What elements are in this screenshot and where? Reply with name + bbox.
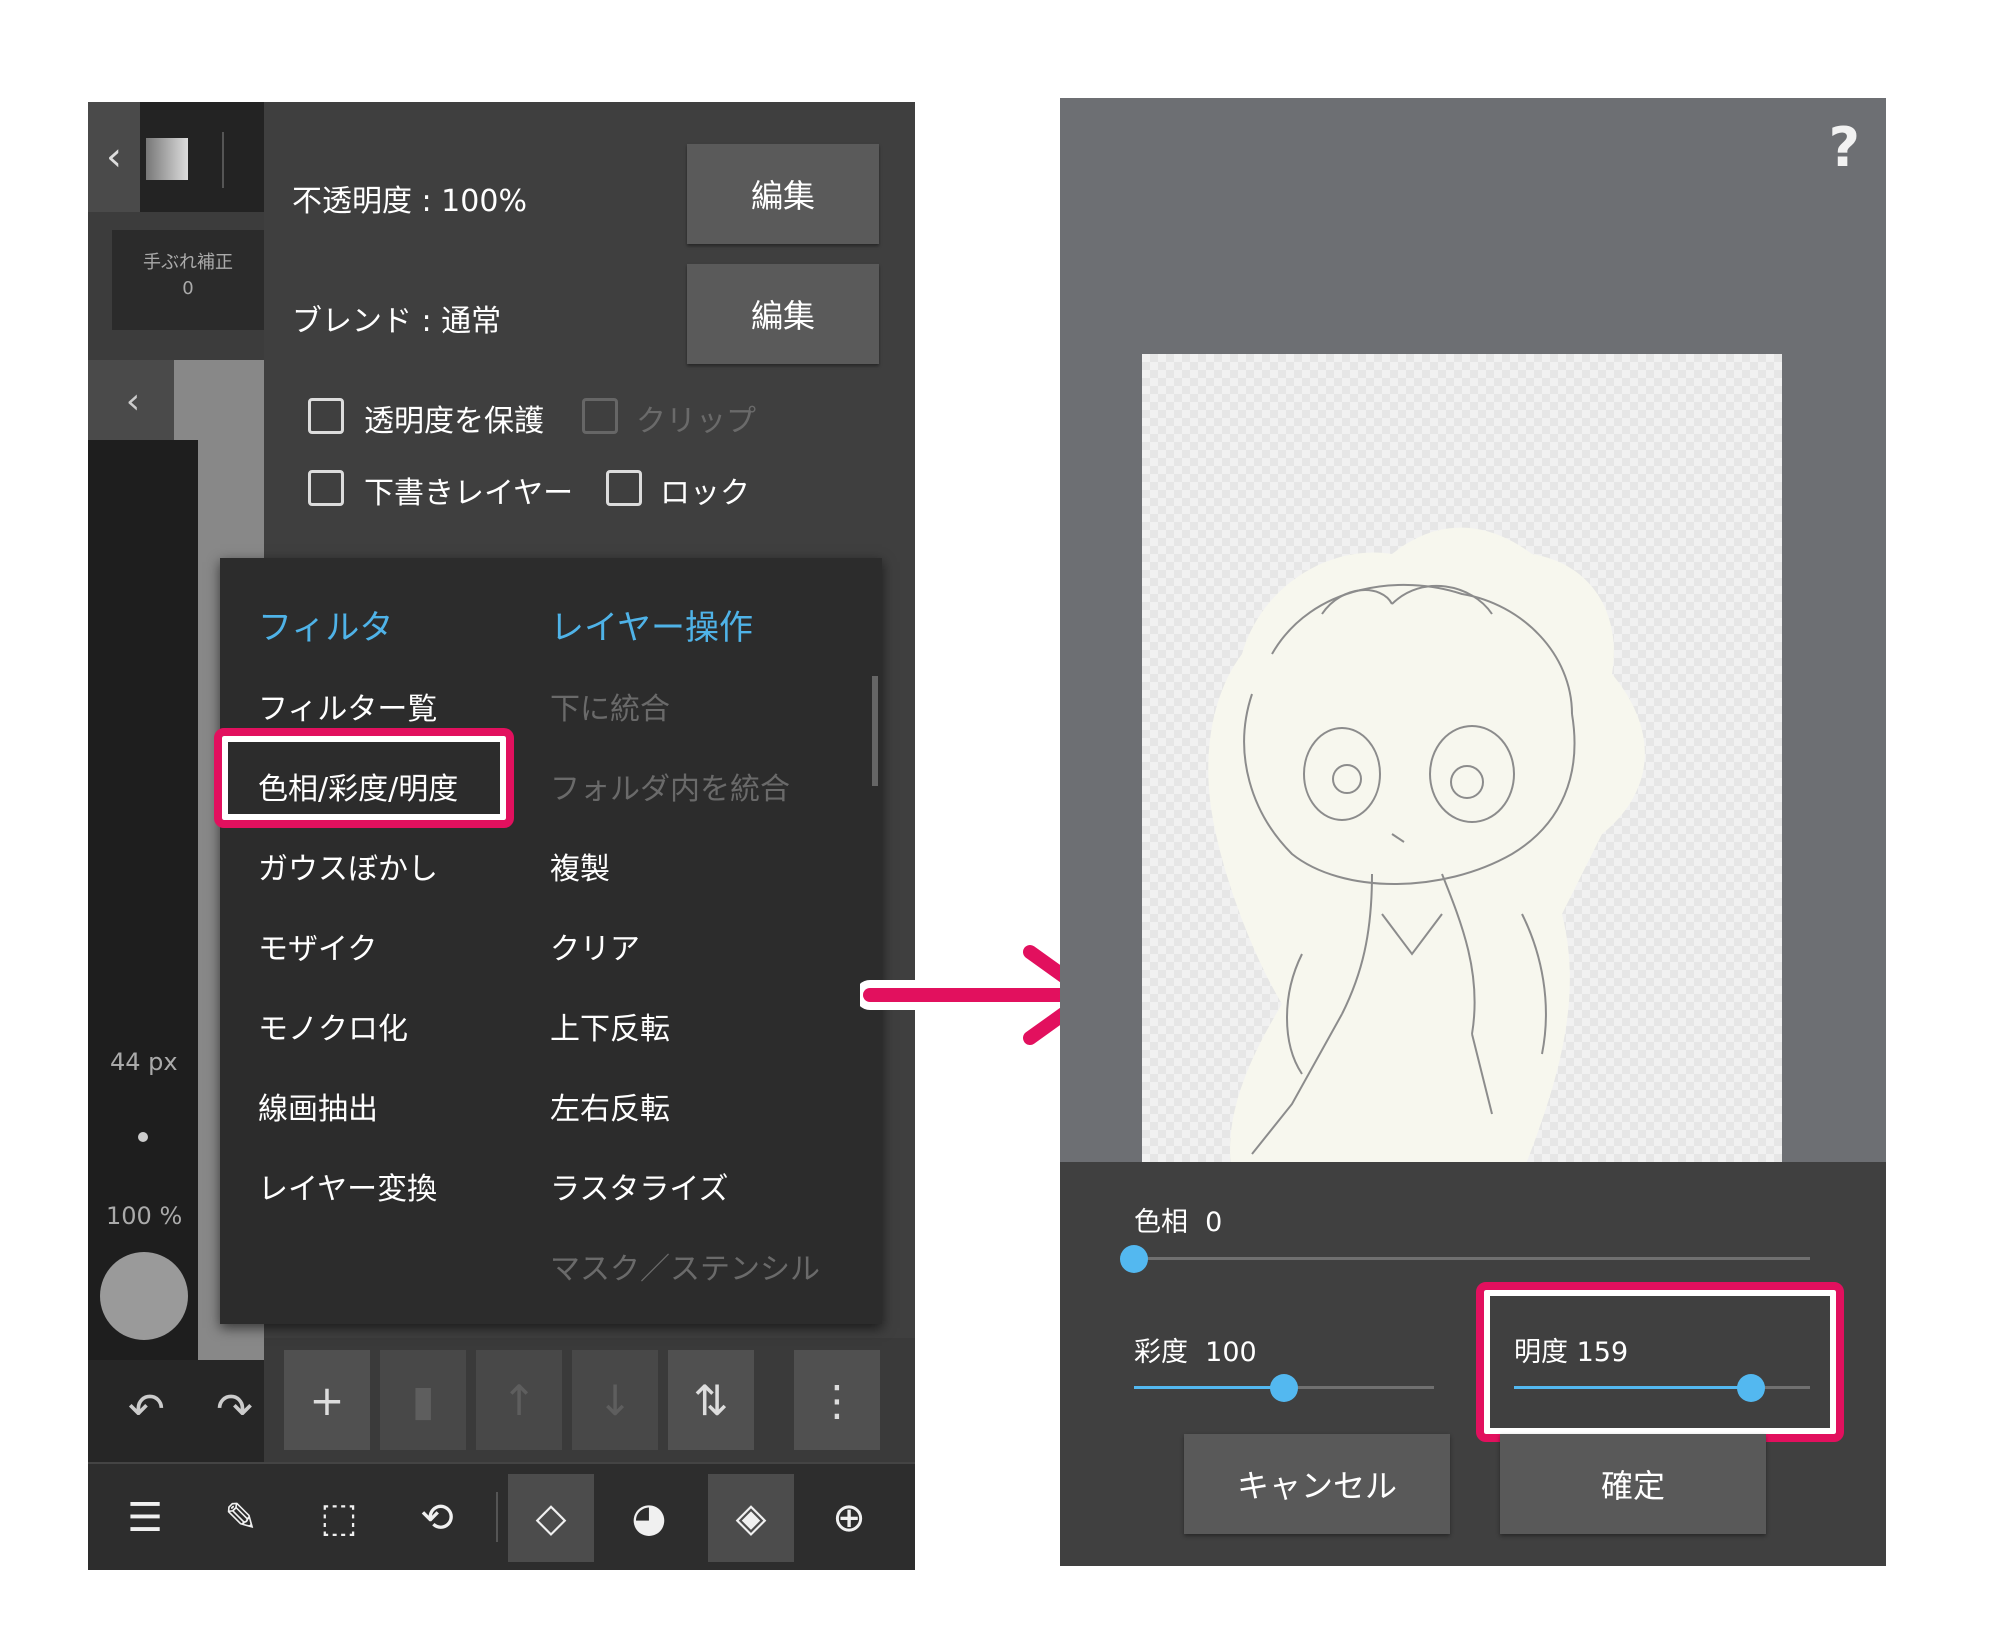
clip-checkbox <box>582 398 618 434</box>
hue-value: 0 <box>1205 1207 1223 1238</box>
saturation-slider-fill <box>1134 1386 1284 1389</box>
filter-preview <box>1142 354 1782 1174</box>
menu-merge-down: 下に統合 <box>550 692 670 727</box>
brush-size-label: 44 px <box>110 1048 178 1076</box>
layers-icon[interactable]: ◈ <box>708 1474 794 1562</box>
toolbar-separator <box>496 1492 498 1542</box>
draft-layer-label: 下書きレイヤー <box>364 476 574 511</box>
protect-alpha-label: 透明度を保護 <box>364 404 544 439</box>
menu-filter-list[interactable]: フィルター覧 <box>258 684 437 728</box>
edit-icon[interactable]: ✎ <box>198 1474 284 1562</box>
saturation-slider-knob[interactable] <box>1270 1374 1298 1402</box>
menu-flip-vertical[interactable]: 上下反転 <box>550 1004 670 1048</box>
menu-clear[interactable]: クリア <box>550 924 640 968</box>
layer-settings-screen: ‹ 手ぶれ補正 0 ‹ 44 px 100 % ↶ ↷ 不透明度 : 100% … <box>88 102 915 1570</box>
back-chevron-icon[interactable]: ‹ <box>88 102 140 212</box>
move-down-button: ↓ <box>572 1350 658 1450</box>
menu-mosaic[interactable]: モザイク <box>258 924 377 968</box>
hue-slider-track[interactable] <box>1134 1257 1810 1260</box>
eraser-icon[interactable]: ◇ <box>508 1474 594 1562</box>
undo-icon[interactable]: ↶ <box>128 1384 165 1435</box>
menu-flip-horizontal[interactable]: 左右反転 <box>550 1084 670 1128</box>
saturation-label: 彩度 100 <box>1134 1330 1257 1369</box>
character-sketch <box>1208 527 1645 1174</box>
menu-scrollbar[interactable] <box>872 676 878 786</box>
blend-edit-button[interactable]: 編集 <box>687 264 879 364</box>
menu-layer-convert[interactable]: レイヤー変換 <box>258 1164 437 1208</box>
confirm-button[interactable]: 確定 <box>1500 1434 1766 1534</box>
menu-line-extract[interactable]: 線画抽出 <box>258 1084 378 1128</box>
hue-slider-knob[interactable] <box>1120 1245 1148 1273</box>
toolbar-divider <box>222 132 224 188</box>
saturation-value: 100 <box>1205 1337 1257 1368</box>
highlight-hue-saturation <box>214 728 514 828</box>
clip-label: クリップ <box>636 404 756 439</box>
menu-icon[interactable]: ☰ <box>102 1474 188 1562</box>
menu-mask-stencil: マスク／ステンシル <box>550 1252 820 1287</box>
color-swatch[interactable] <box>146 138 188 180</box>
opacity-label: 不透明度 : 100% <box>292 184 527 219</box>
blend-label: ブレンド : 通常 <box>292 304 502 339</box>
selection-icon[interactable]: ⬚ <box>296 1474 382 1562</box>
palette-icon[interactable]: ◕ <box>606 1474 692 1562</box>
brush-opacity-label: 100 % <box>106 1202 183 1230</box>
brush-opacity-knob[interactable] <box>100 1252 188 1340</box>
hue-label: 色相 0 <box>1134 1200 1222 1239</box>
collapse-chevron-icon[interactable]: ‹ <box>88 360 178 442</box>
menu-rasterize[interactable]: ラスタライズ <box>550 1164 729 1208</box>
cancel-button[interactable]: キャンセル <box>1184 1434 1450 1534</box>
opacity-edit-button[interactable]: 編集 <box>687 144 879 244</box>
menu-gaussian-blur[interactable]: ガウスぼかし <box>258 844 438 888</box>
menu-duplicate[interactable]: 複製 <box>550 844 610 888</box>
stabilizer-label: 手ぶれ補正 <box>143 252 233 273</box>
add-layer-button[interactable]: + <box>284 1350 370 1450</box>
filter-header: フィルタ <box>258 608 394 648</box>
lock-checkbox[interactable] <box>606 470 642 506</box>
draft-layer-checkbox[interactable] <box>308 470 344 506</box>
layer-toolbar: + ▮ ↑ ↓ ⇅ ⋮ <box>264 1338 915 1468</box>
redo-icon[interactable]: ↷ <box>216 1384 253 1435</box>
hsb-filter-screen: ? 色相 0 彩度 100 明度 159 キャンセル 確定 <box>1060 98 1886 1566</box>
lock-label: ロック <box>660 476 750 511</box>
delete-layer-button: ▮ <box>380 1350 466 1450</box>
layer-ops-header: レイヤー操作 <box>550 608 753 648</box>
rotate-canvas-icon[interactable]: ⟲ <box>394 1474 480 1562</box>
menu-merge-folder: フォルダ内を統合 <box>550 772 790 807</box>
brush-size-dot-icon <box>138 1132 148 1142</box>
undo-redo-bar: ↶ ↷ <box>88 1360 264 1470</box>
move-up-button: ↑ <box>476 1350 562 1450</box>
grid-circle-icon[interactable]: ⊕ <box>806 1474 892 1562</box>
menu-monochrome[interactable]: モノクロ化 <box>258 1004 408 1048</box>
highlight-brightness <box>1476 1282 1844 1442</box>
layer-menu-popup: フィルタ レイヤー操作 フィルター覧 色相/彩度/明度 ガウスぼかし モザイク … <box>220 558 882 1324</box>
protect-alpha-checkbox[interactable] <box>308 398 344 434</box>
help-icon[interactable]: ? <box>1829 116 1860 179</box>
more-menu-icon[interactable]: ⋮ <box>794 1350 880 1450</box>
bottom-toolbar: ☰ ✎ ⬚ ⟲ ◇ ◕ ◈ ⊕ <box>88 1462 915 1570</box>
saturation-label-text: 彩度 <box>1134 1337 1188 1368</box>
stabilizer-button[interactable]: 手ぶれ補正 0 <box>112 230 264 330</box>
hue-label-text: 色相 <box>1134 1207 1188 1238</box>
reorder-button[interactable]: ⇅ <box>668 1350 754 1450</box>
stabilizer-value: 0 <box>182 278 194 299</box>
